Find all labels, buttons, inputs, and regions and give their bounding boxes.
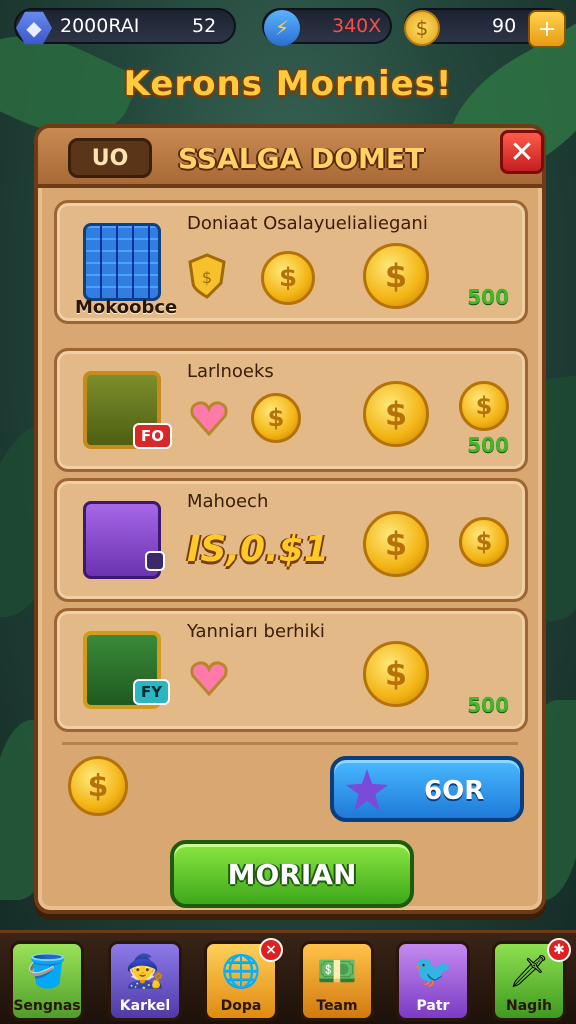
coin-icon: $: [261, 251, 315, 305]
gems-value: 2000RAI: [60, 15, 140, 37]
item-title: Doniaat Osalayuelialiegani: [187, 213, 428, 234]
blue-crate-icon: [83, 223, 161, 301]
item-price: IS,0.$1: [187, 529, 329, 570]
close-icon: ✕: [509, 134, 535, 170]
bucket-icon: 🪣: [27, 952, 67, 990]
item-title: Larlnoeks: [187, 361, 274, 382]
item-title: Yanniarı berhiki: [187, 621, 325, 642]
notification-badge: ✱: [547, 938, 571, 962]
divider: [62, 742, 518, 745]
shop-item-row[interactable]: Mokoobce Doniaat Osalayuelialiegani $ $ …: [54, 200, 528, 324]
heart-icon: [189, 655, 229, 701]
plus-icon: +: [537, 16, 557, 42]
buy-button-label: 6OR: [424, 776, 485, 806]
coin-icon: $: [459, 517, 509, 567]
coin-icon: $: [68, 756, 128, 816]
coin-icon: $: [363, 381, 429, 447]
nav-item-label: Patr: [416, 998, 450, 1014]
buy-button[interactable]: 6OR: [330, 756, 524, 822]
lock-icon: [145, 551, 165, 571]
coin-icon: $: [251, 393, 301, 443]
svg-text:$: $: [202, 268, 212, 287]
nav-item-label: Sengnas: [13, 998, 81, 1014]
item-badge: FY: [133, 679, 171, 705]
panel-header: UO SSALGA DOMET ✕: [38, 128, 544, 188]
coin-icon: $: [404, 10, 440, 46]
coin-icon: $: [363, 641, 429, 707]
bolt-icon: ⚡: [264, 10, 300, 46]
bottom-nav: 🪣 Sengnas 🧙 Karkel 🌐 Dopa × 💵 Team 🐦 Pat…: [0, 930, 576, 1024]
nav-item-label: Team: [316, 998, 358, 1014]
screen-title: Kerons Mornies!: [123, 64, 453, 104]
item-title: Mahoech: [187, 491, 269, 512]
nav-item-label: Dopa: [220, 998, 262, 1014]
item-caption: Mokoobce: [75, 297, 178, 318]
nav-item-sengnas[interactable]: 🪣 Sengnas: [10, 941, 84, 1021]
panel-tag: UO: [68, 138, 152, 178]
top-hud: ◆ ⚡ $ + 2000RAI 52 340X 90: [0, 6, 576, 48]
coin-icon: $: [363, 243, 429, 309]
coin-icon: $: [363, 511, 429, 577]
shop-panel: UO SSALGA DOMET ✕ Mokoobce Doniaat Osala…: [34, 124, 546, 914]
banknote-icon: 💵: [317, 952, 357, 990]
shop-item-row[interactable]: FY Yanniarı berhiki $ 500: [54, 608, 528, 732]
add-currency-button[interactable]: +: [528, 10, 566, 48]
nav-item-team[interactable]: 💵 Team: [300, 941, 374, 1021]
item-amount: 500: [467, 285, 509, 309]
heart-icon: [189, 395, 229, 441]
shield-icon: $: [187, 253, 227, 299]
item-amount: 500: [467, 693, 509, 717]
pet-icon: 🐦: [413, 952, 453, 990]
nav-item-karkel[interactable]: 🧙 Karkel: [108, 941, 182, 1021]
coin-icon: $: [459, 381, 509, 431]
energy-value: 340X: [332, 15, 382, 37]
coins-value: 90: [492, 15, 517, 37]
nav-item-dopa[interactable]: 🌐 Dopa ×: [204, 938, 283, 1021]
gems-secondary-value: 52: [192, 15, 217, 37]
panel-title: SSALGA DOMET: [178, 142, 425, 175]
item-badge: FO: [133, 423, 172, 449]
nav-item-nagih[interactable]: 🗡 Nagih ✱: [492, 938, 571, 1021]
item-amount: 500: [467, 433, 509, 457]
notification-badge: ×: [259, 938, 283, 962]
character-icon: 🧙: [125, 952, 165, 990]
close-button[interactable]: ✕: [500, 130, 544, 174]
shop-item-row[interactable]: Mahoech IS,0.$1 $ $: [54, 478, 528, 602]
confirm-button[interactable]: MORIAN: [170, 840, 414, 908]
nav-item-label: Nagih: [506, 998, 552, 1014]
nav-item-patr[interactable]: 🐦 Patr: [396, 941, 470, 1021]
star-icon: [346, 769, 388, 811]
nav-item-label: Karkel: [119, 998, 171, 1014]
shop-item-row[interactable]: FO Larlnoeks $ $ $ 500: [54, 348, 528, 472]
